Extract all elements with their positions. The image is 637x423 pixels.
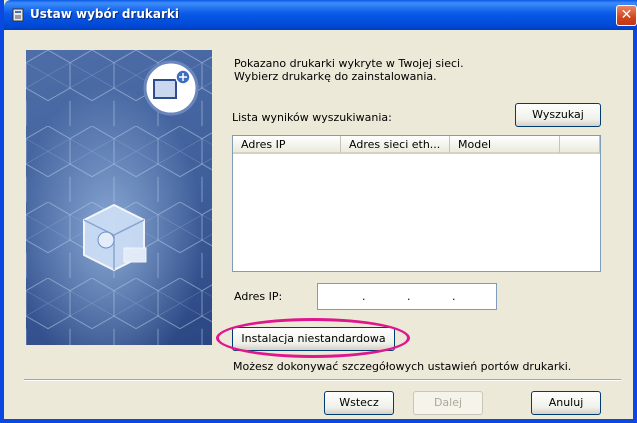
results-list-label: Lista wyników wyszukiwania: [232,111,392,124]
custom-install-description: Możesz dokonywać szczegółowych ustawień … [233,360,572,373]
column-header-ip[interactable]: Adres IP [233,136,341,154]
ip-address-field[interactable]: . . . [317,283,497,310]
ip-address-label: Adres IP: [234,290,283,303]
ip-separator: . [452,290,456,303]
printer-setup-icon [12,8,24,22]
printer-results-list[interactable]: Adres IP Adres sieci eth... Model [232,135,601,272]
intro-line-1: Pokazano drukarki wykryte w Twojej sieci… [234,57,464,70]
search-button[interactable]: Wyszukaj [515,103,601,127]
hexagon-pattern-icon [26,50,212,345]
close-button[interactable]: ✕ [616,5,637,26]
dialog-window: Ustaw wybór drukarki ✕ Pokazano drukarki… [0,0,637,423]
next-button[interactable]: Dalej [413,391,483,415]
window-title: Ustaw wybór drukarki [30,7,179,21]
network-printer-icon [143,60,199,116]
column-header-ethernet[interactable]: Adres sieci eth... [341,136,450,154]
ip-separator: . [362,290,366,303]
column-header-spacer [560,136,600,154]
title-bar[interactable]: Ustaw wybór drukarki ✕ [4,0,637,30]
ip-separator: . [407,290,411,303]
decorative-side-panel [26,50,212,345]
back-button[interactable]: Wstecz [324,391,394,415]
intro-line-2: Wybierz drukarkę do zainstalowania. [234,70,437,83]
list-header: Adres IP Adres sieci eth... Model [233,136,600,154]
footer-separator [24,379,621,381]
cancel-button[interactable]: Anuluj [531,391,601,415]
intro-text: Pokazano drukarki wykryte w Twojej sieci… [234,57,464,83]
highlight-ellipse [216,318,410,358]
column-header-model[interactable]: Model [450,136,560,154]
